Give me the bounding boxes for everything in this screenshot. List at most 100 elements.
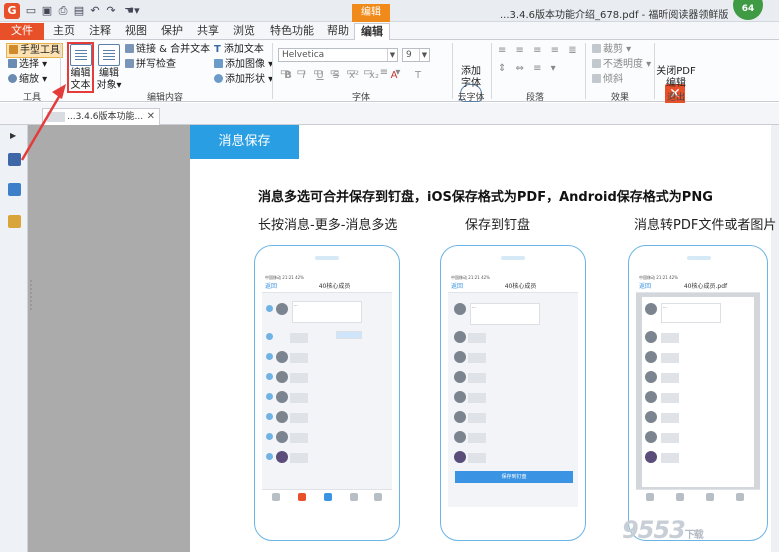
phone-speaker [315,256,339,260]
ribbon-separator [60,43,61,99]
tab-browse[interactable]: 浏览 [228,23,260,40]
opacity-icon [592,59,601,68]
select-tool-button[interactable]: 选择 ▾ [8,58,47,71]
app-logo-icon[interactable]: G [4,3,20,19]
group-label-cloud-font: 云字体 [457,93,485,103]
close-pdf-edit-button[interactable]: 关闭PDF 编辑 [656,66,696,90]
caption-2: 保存到钉盘 [465,218,531,233]
hand-icon[interactable]: ☚▾ [122,4,142,18]
link-icon [125,44,134,53]
close-tab-icon[interactable]: ✕ [147,109,155,125]
phone-screen: 中国移动 21:21 42% 返回 40核心成员 ··· [262,275,392,507]
phone-speaker [501,256,525,260]
tab-share[interactable]: 共享 [192,23,224,40]
pages-icon[interactable] [8,183,21,196]
ribbon-separator [452,43,453,99]
pdf-page: 消息保存 消息多选可合并保存到钉盘，iOS保存格式为PDF，Android保存格… [190,125,776,552]
crop-icon [592,44,601,53]
undo-icon[interactable]: ↶ [88,4,102,18]
tab-file[interactable]: 文件 [0,23,44,40]
chat-nav: 返回 40核心成员.pdf [636,281,760,293]
zoom-icon [8,74,17,83]
expand-arrow-icon[interactable]: ▶ [10,131,16,140]
folder-open-icon[interactable]: ▭ [24,4,38,18]
ribbon-separator [272,43,273,99]
edit-object-button[interactable]: 编辑 对象▾ [95,44,123,92]
skew-icon [592,74,601,83]
phone-screen: 中国移动 21:21 42% 返回 40核心成员.pdf ··· [636,275,760,507]
pdf-preview: ··· [642,297,754,487]
underline-button[interactable]: U [314,70,326,81]
panel-splitter[interactable] [30,280,33,310]
section-banner: 消息保存 [190,125,299,159]
tab-view[interactable]: 视图 [120,23,152,40]
comment-icon[interactable] [8,215,21,228]
edit-text-highlight [67,42,94,93]
chat-nav: 返回 40核心成员 [262,281,392,293]
subscript-button[interactable]: x₂ [366,70,382,81]
chat-nav: 返回 40核心成员 [448,281,578,293]
link-merge-text-button[interactable]: 链接 & 合并文本 [125,43,210,56]
tab-home[interactable]: 主页 [48,23,80,40]
font-family-select[interactable]: Helvetica ▼ [278,48,398,62]
chevron-down-icon: ▼ [419,49,429,61]
group-label-font: 字体 [351,93,370,103]
tab-comment[interactable]: 注释 [84,23,116,40]
ribbon-separator [585,43,586,99]
window-title: ...3.4.6版本功能介绍_678.pdf - 福昕阅读器领鲜版 [500,10,729,21]
phone-mockup-1: 中国移动 21:21 42% 返回 40核心成员 ··· [254,245,400,541]
strikethrough-button[interactable]: S [330,70,342,81]
add-image-button[interactable]: 添加图像 ▾ [214,58,273,71]
text-format-button[interactable]: T [412,70,424,81]
pdf-file-icon [47,112,65,122]
italic-button[interactable]: I [298,70,310,81]
paragraph-spacing-row[interactable]: ⇕ ⇔ ≡ ▾ [498,62,559,75]
opacity-button[interactable]: 不透明度 ▾ [592,58,651,71]
phone-speaker [687,256,711,260]
print-icon[interactable]: ⎙ [56,4,70,18]
ribbon-separator [491,43,492,99]
title-bar: G ▭ ▣ ⎙ ▤ ↶ ↷ ☚▾ 编辑 ...3.4.6版本功能介绍_678.p… [0,0,779,22]
font-color-button[interactable]: A [388,70,400,81]
skew-button[interactable]: 倾斜 [592,73,623,86]
save-icon[interactable]: ▣ [40,4,54,18]
tab-features[interactable]: 特色功能 [264,23,320,40]
save-to-dingpan-button[interactable]: 保存到钉盘 [455,471,573,483]
tab-help[interactable]: 帮助 [322,23,354,40]
group-label-edit-content: 编辑内容 [146,93,183,103]
bold-button[interactable]: B [282,70,294,81]
spell-check-button[interactable]: 拼写检查 [125,58,176,71]
paragraph-align-row[interactable]: ≡ ≡ ≡ ≡ ≣ [498,44,580,57]
page-icon[interactable]: ▤ [72,4,86,18]
group-label-paragraph: 段落 [525,93,544,103]
add-shape-button[interactable]: 添加形状 ▾ [214,73,273,86]
group-label-tools: 工具 [22,93,41,103]
phone-action-bar [636,489,760,507]
context-tab-label: 编辑 [352,4,390,22]
left-nav-panel: ▶ [0,125,28,552]
tab-protect[interactable]: 保护 [156,23,188,40]
redo-icon[interactable]: ↷ [104,4,118,18]
add-image-icon [214,59,223,68]
document-tab[interactable]: ...3.4.6版本功能... ✕ [42,108,160,126]
add-text-icon: T [214,44,221,55]
tab-edit[interactable]: 编辑 [354,23,390,40]
phone-mockup-3: 中国移动 21:21 42% 返回 40核心成员.pdf ··· [628,245,768,541]
crop-button[interactable]: 裁剪 ▾ [592,43,631,56]
hand-tool-icon [9,45,18,54]
hand-tool-button[interactable]: 手型工具 [6,43,63,58]
caption-1: 长按消息-更多-消息多选 [258,218,398,233]
edit-object-icon [98,44,120,66]
vertical-scrollbar[interactable] [771,125,779,552]
superscript-button[interactable]: x² [346,70,362,81]
add-text-button[interactable]: T 添加文本 [214,43,264,56]
zoom-tool-button[interactable]: 缩放 ▾ [8,73,47,86]
add-font-button[interactable]: 添加 字体 [456,66,486,90]
page-headline: 消息多选可合并保存到钉盘，iOS保存格式为PDF，Android保存格式为PNG [258,190,713,205]
select-cursor-icon [8,59,17,68]
bookmark-icon[interactable] [8,153,21,166]
font-size-select[interactable]: 9 ▼ [402,48,430,62]
phone-mockup-2: 中国移动 21:21 42% 返回 40核心成员 ··· 保存到钉盘 [440,245,586,541]
caption-3: 消息转PDF文件或者图片 [634,218,777,233]
notification-badge[interactable]: 64 [733,0,763,20]
